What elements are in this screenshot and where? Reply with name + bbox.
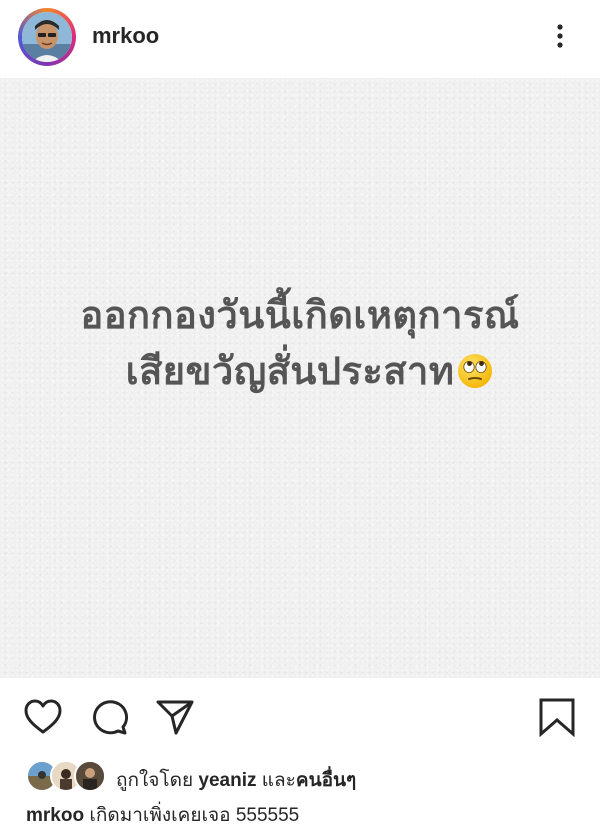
post-image[interactable]: ออกกองวันนี้เกิดเหตุการณ์ เสียขวัญสั่นปร… [0, 78, 600, 678]
comment-icon[interactable] [88, 696, 130, 743]
story-ring[interactable] [18, 8, 76, 66]
liked-by-text: ถูกใจโดย yeaniz และคนอื่นๆ [116, 765, 356, 795]
post-text-line-1: ออกกองวันนี้เกิดเหตุการณ์ [80, 295, 520, 337]
post-text-line-2: เสียขวัญสั่นประสาท [125, 351, 455, 393]
caption-username[interactable]: mrkoo [26, 805, 84, 826]
caption-text: เกิดมาเพิ่งเคยเจอ 555555 [89, 805, 300, 826]
likes-summary[interactable]: ถูกใจโดย yeaniz และคนอื่นๆ [0, 756, 600, 792]
liked-by-others-link[interactable]: คนอื่นๆ [296, 770, 356, 791]
post-header: mrkoo [0, 0, 600, 76]
send-icon[interactable] [154, 696, 196, 743]
face-with-rolling-eyes-emoji [456, 350, 494, 388]
profile-avatar[interactable] [22, 12, 72, 62]
liked-by-conjunction: และ [261, 770, 296, 791]
liked-by-prefix: ถูกใจโดย [116, 770, 194, 791]
liker-avatar-3 [74, 760, 106, 792]
avatar-image [22, 12, 72, 62]
liked-by-user-link[interactable]: yeaniz [198, 770, 256, 791]
liker-avatars [26, 760, 106, 792]
post-image-text: ออกกองวันนี้เกิดเหตุการณ์ เสียขวัญสั่นปร… [0, 288, 600, 400]
more-vertical-icon[interactable] [548, 20, 572, 52]
post-author-username[interactable]: mrkoo [92, 23, 159, 49]
post-actions-bar [0, 690, 600, 746]
heart-icon[interactable] [22, 696, 64, 743]
bookmark-icon[interactable] [536, 696, 578, 743]
post-caption: mrkoo เกิดมาเพิ่งเคยเจอ 555555 [26, 800, 299, 830]
